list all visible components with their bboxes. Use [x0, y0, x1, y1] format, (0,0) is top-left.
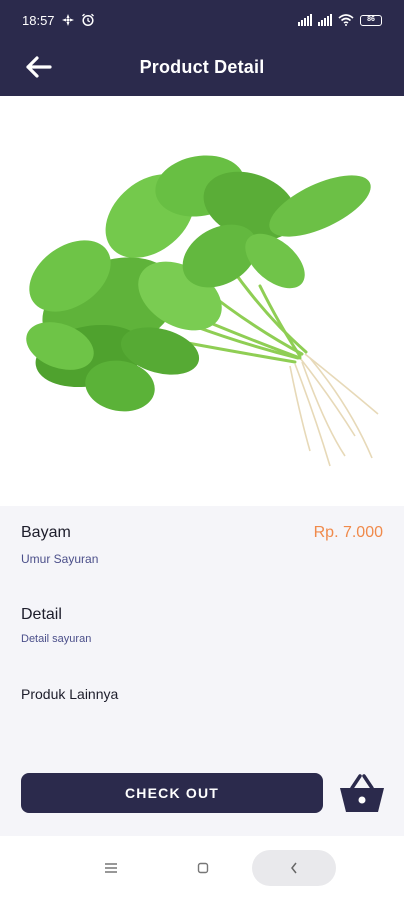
alarm-icon [81, 13, 94, 27]
product-age-label: Umur Sayuran [21, 552, 99, 566]
nav-menu-button[interactable] [96, 858, 126, 878]
battery-icon: 86 [360, 14, 382, 26]
arrow-left-icon [26, 56, 52, 78]
status-right: 86 [298, 14, 382, 26]
home-square-icon [197, 862, 209, 874]
back-button[interactable] [20, 52, 56, 82]
status-bar: 18:57 86 [0, 0, 404, 40]
page-title: Product Detail [139, 56, 265, 77]
menu-icon [105, 863, 117, 873]
wifi-icon [338, 14, 354, 26]
nav-back-button[interactable] [252, 850, 336, 886]
cart-button[interactable] [338, 768, 386, 816]
signal-icon [298, 14, 312, 26]
nav-home-button[interactable] [188, 858, 218, 878]
product-price: Rp. 7.000 [313, 524, 383, 541]
spinach-image [26, 155, 379, 467]
product-details-panel: Bayam Rp. 7.000 Umur Sayuran Detail Deta… [0, 506, 404, 836]
signal-icon-2 [318, 14, 332, 26]
shopping-basket-icon [340, 774, 384, 812]
detail-text: Detail sayuran [21, 633, 92, 645]
checkout-button[interactable]: CHECK OUT [21, 773, 323, 813]
system-nav-bar [0, 836, 404, 900]
chevron-left-icon [291, 862, 297, 874]
product-image [0, 96, 404, 506]
product-name: Bayam [21, 524, 71, 541]
other-products-heading: Produk Lainnya [21, 686, 119, 702]
app-header: 18:57 86 Product Detail [0, 0, 404, 96]
detail-heading: Detail [21, 606, 62, 623]
status-time: 18:57 [22, 12, 55, 28]
header-row: Product Detail [0, 44, 404, 90]
status-left: 18:57 [22, 13, 95, 28]
fan-icon [61, 14, 74, 26]
